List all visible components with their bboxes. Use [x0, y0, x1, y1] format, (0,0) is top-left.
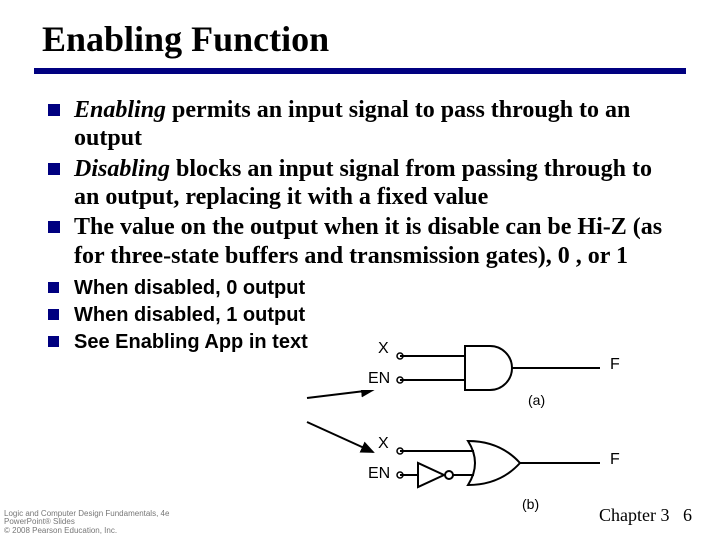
page-number: 6 [683, 505, 692, 525]
page-footer: Chapter 3 6 [599, 505, 692, 526]
bullet-enabling: Enabling permits an input signal to pass… [46, 96, 682, 153]
sub-disabled-0: When disabled, 0 output [46, 276, 682, 301]
slide: Enabling Function Enabling permits an in… [0, 0, 720, 355]
title-underline [34, 68, 686, 74]
chapter-label: Chapter 3 [599, 505, 669, 525]
label-x-a: X [378, 340, 389, 358]
label-b: (b) [522, 496, 539, 512]
copyright-footer: Logic and Computer Design Fundamentals, … [4, 510, 169, 536]
label-a: (a) [528, 392, 545, 408]
and-gate-icon [370, 338, 650, 408]
label-f-a: F [610, 356, 620, 374]
label-f-b: F [610, 451, 620, 469]
bullet-disabling: Disabling blocks an input signal from pa… [46, 155, 682, 212]
sub-disabled-1: When disabled, 1 output [46, 303, 682, 328]
bullet-output-value: The value on the output when it is disab… [46, 213, 682, 270]
label-x-b: X [378, 435, 389, 453]
emphasis-disabling: Disabling [74, 156, 170, 182]
or-gate-icon [370, 433, 650, 513]
label-en-a: EN [368, 370, 390, 388]
footer-line-3: © 2008 Pearson Education, Inc. [4, 527, 169, 536]
label-en-b: EN [368, 465, 390, 483]
emphasis-enabling: Enabling [74, 97, 166, 123]
circuit-diagram: X EN F (a) X EN F (b) [370, 338, 650, 513]
bullet-list: Enabling permits an input signal to pass… [38, 96, 682, 270]
page-title: Enabling Function [38, 18, 682, 60]
